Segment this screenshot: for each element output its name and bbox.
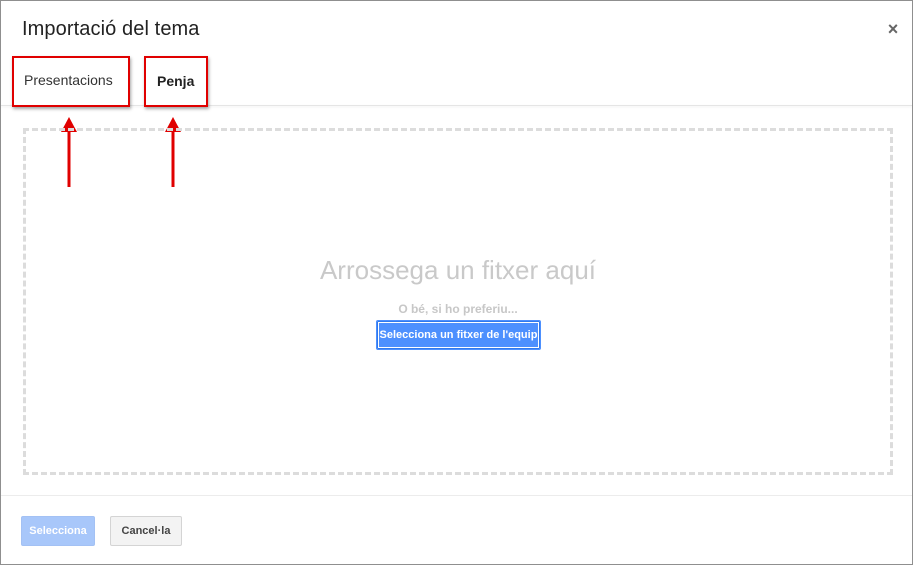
annotation-box-upload: [144, 56, 208, 107]
file-drop-zone[interactable]: Arrossega un fitxer aquí O bé, si ho pre…: [23, 128, 893, 475]
select-file-from-computer-button[interactable]: Selecciona un fitxer de l'equip: [376, 320, 541, 350]
footer-divider: [1, 495, 912, 496]
drop-zone-title: Arrossega un fitxer aquí: [319, 255, 597, 285]
drop-zone-alternative-text: O bé, si ho preferiu...: [398, 302, 518, 316]
select-button[interactable]: Selecciona: [21, 516, 95, 546]
cancel-button[interactable]: Cancel·la: [110, 516, 182, 546]
close-icon[interactable]: ×: [885, 20, 901, 38]
import-theme-dialog: Importació del tema × Presentacions Penj…: [0, 0, 913, 565]
annotation-box-presentations: [12, 56, 130, 107]
tabs-divider: [1, 105, 912, 106]
dialog-title: Importació del tema: [22, 18, 200, 40]
